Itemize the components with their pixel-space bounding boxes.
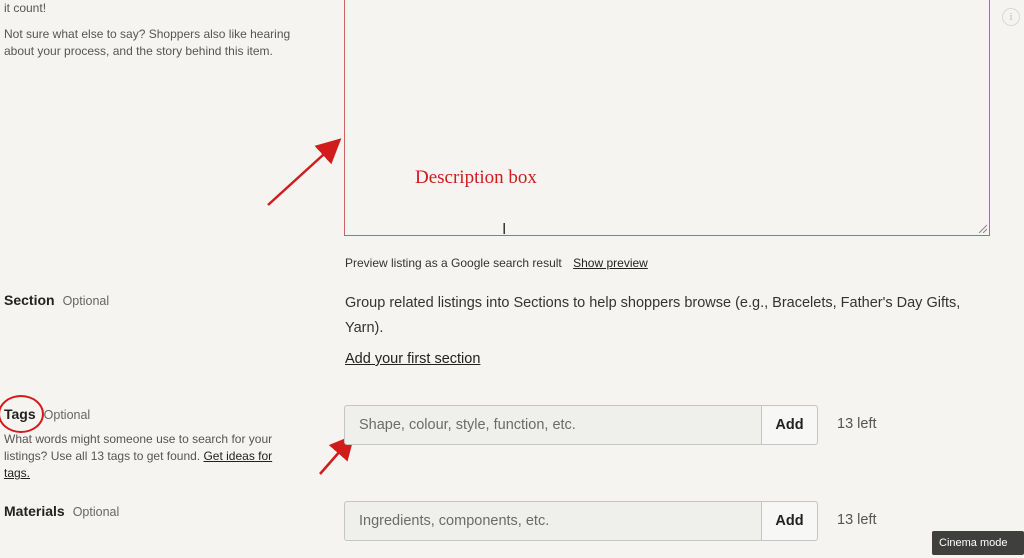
tags-label: Tags Optional bbox=[4, 406, 90, 422]
add-section-link[interactable]: Add your first section bbox=[345, 351, 480, 367]
description-help: it count! Not sure what else to say? Sho… bbox=[4, 0, 314, 69]
section-optional: Optional bbox=[62, 294, 110, 308]
text-cursor-icon: I bbox=[502, 221, 507, 238]
section-label: Section Optional bbox=[4, 292, 109, 308]
section-description: Group related listings into Sections to … bbox=[345, 295, 961, 336]
description-help-tail: it count! bbox=[4, 1, 47, 15]
preview-row: Preview listing as a Google search resul… bbox=[345, 256, 648, 270]
show-preview-link[interactable]: Show preview bbox=[573, 256, 648, 270]
materials-input-group: Add bbox=[344, 501, 818, 541]
tags-help: What words might someone use to search f… bbox=[4, 431, 294, 482]
materials-label: Materials Optional bbox=[4, 503, 119, 519]
materials-input[interactable] bbox=[345, 502, 761, 540]
tags-input-group: Add bbox=[344, 405, 818, 445]
materials-add-button[interactable]: Add bbox=[761, 502, 817, 540]
resize-handle-icon[interactable] bbox=[977, 223, 987, 233]
materials-optional: Optional bbox=[72, 505, 120, 519]
tags-label-text: Tags bbox=[4, 406, 36, 422]
materials-remaining-count: 13 left bbox=[837, 512, 877, 528]
tags-remaining-count: 13 left bbox=[837, 416, 877, 432]
tags-add-button[interactable]: Add bbox=[761, 406, 817, 444]
description-textarea[interactable] bbox=[344, 0, 990, 236]
materials-label-text: Materials bbox=[4, 503, 65, 519]
description-help-extra: Not sure what else to say? Shoppers also… bbox=[4, 27, 291, 58]
preview-text: Preview listing as a Google search resul… bbox=[345, 256, 562, 270]
cinema-mode-tooltip: Cinema mode (t) bbox=[932, 531, 1024, 555]
tags-optional: Optional bbox=[43, 408, 91, 422]
info-icon[interactable]: i bbox=[1002, 8, 1020, 26]
tags-input[interactable] bbox=[345, 406, 761, 444]
section-label-text: Section bbox=[4, 292, 55, 308]
annotation-description-box: Description box bbox=[415, 167, 537, 188]
